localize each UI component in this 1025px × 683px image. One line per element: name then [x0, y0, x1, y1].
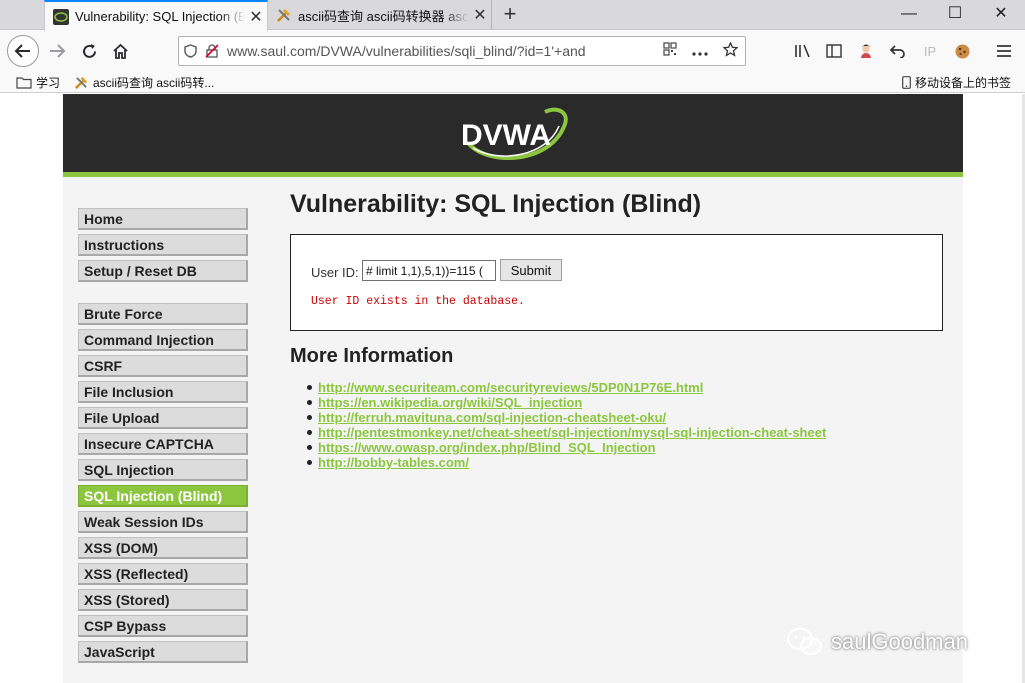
url-text[interactable]: www.saul.com/DVWA/vulnerabilities/sqli_b…: [223, 43, 655, 59]
result-message: User ID exists in the database.: [311, 295, 525, 308]
tab-title: Vulnerability: SQL Injection (Blind): [75, 9, 245, 24]
more-information-heading: More Information: [290, 345, 454, 367]
list-item: http://pentestmonkey.net/cheat-sheet/sql…: [306, 425, 826, 440]
insecure-lock-icon[interactable]: [201, 44, 223, 58]
tab-bar: Vulnerability: SQL Injection (Blind) ✕ a…: [0, 0, 1025, 31]
menu-item-xss-dom[interactable]: XSS (DOM): [78, 537, 248, 559]
ip-extension-icon[interactable]: IP: [918, 40, 942, 62]
more-actions-icon[interactable]: [685, 43, 715, 60]
tab-close-icon[interactable]: ✕: [245, 7, 267, 27]
home-icon: [112, 43, 128, 59]
menu-item-home[interactable]: Home: [78, 208, 248, 230]
menu-item-instructions[interactable]: Instructions: [78, 234, 248, 256]
list-item: https://www.owasp.org/index.php/Blind_SQ…: [306, 440, 826, 455]
menu-item-setup[interactable]: Setup / Reset DB: [78, 260, 248, 282]
reference-link[interactable]: http://bobby-tables.com/: [318, 455, 469, 470]
close-window-button[interactable]: ✕: [978, 0, 1024, 30]
dvwa-logo: DVWA: [461, 107, 568, 160]
tab-title: ascii码查询 ascii码转换器 ascii码表: [298, 8, 469, 24]
menu-item-sql-injection-blind[interactable]: SQL Injection (Blind): [78, 485, 248, 507]
undo-icon[interactable]: [886, 40, 910, 62]
menu-item-brute-force[interactable]: Brute Force: [78, 303, 248, 325]
reference-link[interactable]: http://ferruh.mavituna.com/sql-injection…: [318, 410, 666, 425]
svg-text:DVWA: DVWA: [461, 119, 551, 152]
reference-link[interactable]: https://www.owasp.org/index.php/Blind_SQ…: [318, 440, 656, 455]
reload-button[interactable]: [74, 36, 104, 66]
menu-item-command-injection[interactable]: Command Injection: [78, 329, 248, 351]
menu-item-xss-reflected[interactable]: XSS (Reflected): [78, 563, 248, 585]
watermark: saulGoodman: [785, 627, 968, 657]
list-item: http://bobby-tables.com/: [306, 455, 826, 470]
url-bar[interactable]: www.saul.com/DVWA/vulnerabilities/sqli_b…: [178, 36, 746, 66]
menu-item-weak-session-ids[interactable]: Weak Session IDs: [78, 511, 248, 533]
maximize-button[interactable]: ☐: [932, 0, 978, 30]
bookmark-label: 移动设备上的书签: [915, 76, 1012, 90]
menu-item-file-upload[interactable]: File Upload: [78, 407, 248, 429]
reference-link[interactable]: http://pentestmonkey.net/cheat-sheet/sql…: [318, 425, 826, 440]
folder-icon: [16, 77, 32, 89]
tab-dvwa[interactable]: Vulnerability: SQL Injection (Blind) ✕: [44, 0, 268, 31]
forward-button[interactable]: [42, 36, 72, 66]
user-id-input[interactable]: [362, 260, 496, 281]
mobile-bookmarks[interactable]: 移动设备上的书签: [902, 74, 1011, 91]
tools-icon: [75, 76, 88, 89]
list-item: http://ferruh.mavituna.com/sql-injection…: [306, 410, 826, 425]
dvwa-header: DVWA: [63, 94, 963, 177]
bookmarks-bar: 学习 ascii码查询 ascii码转... 移动设备上的书签: [0, 71, 1025, 93]
arrow-right-icon: [50, 44, 66, 58]
arrow-left-icon: [14, 44, 30, 58]
menu-item-insecure-captcha[interactable]: Insecure CAPTCHA: [78, 433, 248, 455]
vulnerable-code-area: User ID: Submit User ID exists in the da…: [290, 234, 943, 331]
sidebar-icon[interactable]: [822, 40, 846, 62]
cookie-icon[interactable]: [950, 40, 974, 62]
reference-link[interactable]: https://en.wikipedia.org/wiki/SQL_inject…: [318, 395, 582, 410]
avatar-extension-icon[interactable]: [854, 40, 878, 62]
list-item: https://en.wikipedia.org/wiki/SQL_inject…: [306, 395, 826, 410]
navigation-toolbar: www.saul.com/DVWA/vulnerabilities/sqli_b…: [0, 31, 1025, 71]
menu-item-sql-injection[interactable]: SQL Injection: [78, 459, 248, 481]
dvwa-container: DVWA Home Instructions Setup / Reset DB …: [63, 94, 963, 683]
tab-close-icon[interactable]: ✕: [469, 5, 491, 25]
dvwa-favicon-icon: [53, 8, 69, 25]
wechat-icon: [786, 627, 823, 656]
star-icon[interactable]: [715, 40, 745, 61]
menu-item-csp-bypass[interactable]: CSP Bypass: [78, 615, 248, 637]
list-item: http://www.securiteam.com/securityreview…: [306, 380, 826, 395]
reload-icon: [82, 43, 96, 58]
reference-link[interactable]: http://www.securiteam.com/securityreview…: [318, 380, 703, 395]
bookmark-ascii[interactable]: ascii码查询 ascii码转...: [74, 74, 214, 91]
bookmark-label: 学习: [36, 76, 61, 90]
tab-ascii[interactable]: ascii码查询 ascii码转换器 ascii码表 ✕: [268, 0, 492, 30]
submit-button[interactable]: Submit: [500, 259, 562, 281]
qr-code-icon[interactable]: [655, 42, 685, 60]
mobile-device-icon: [902, 76, 911, 89]
watermark-text: saulGoodman: [831, 629, 968, 654]
library-icon[interactable]: [791, 40, 815, 62]
tools-icon: [276, 7, 292, 23]
menu-item-javascript[interactable]: JavaScript: [78, 641, 248, 663]
minimize-button[interactable]: —: [886, 0, 932, 30]
page-title: Vulnerability: SQL Injection (Blind): [290, 190, 702, 218]
menu-item-file-inclusion[interactable]: File Inclusion: [78, 381, 248, 403]
user-id-label: User ID:: [311, 265, 359, 280]
menu-item-csrf[interactable]: CSRF: [78, 355, 248, 377]
shield-icon[interactable]: [179, 44, 201, 58]
menu-item-xss-stored[interactable]: XSS (Stored): [78, 589, 248, 611]
bookmark-folder[interactable]: 学习: [16, 74, 60, 91]
new-tab-button[interactable]: +: [498, 2, 522, 28]
page-viewport: DVWA Home Instructions Setup / Reset DB …: [0, 94, 1025, 683]
back-button[interactable]: [7, 35, 39, 67]
reference-links: http://www.securiteam.com/securityreview…: [306, 380, 826, 470]
home-button[interactable]: [105, 36, 135, 66]
bookmark-label: ascii码查询 ascii码转...: [93, 76, 215, 90]
hamburger-menu-icon[interactable]: [992, 40, 1016, 62]
